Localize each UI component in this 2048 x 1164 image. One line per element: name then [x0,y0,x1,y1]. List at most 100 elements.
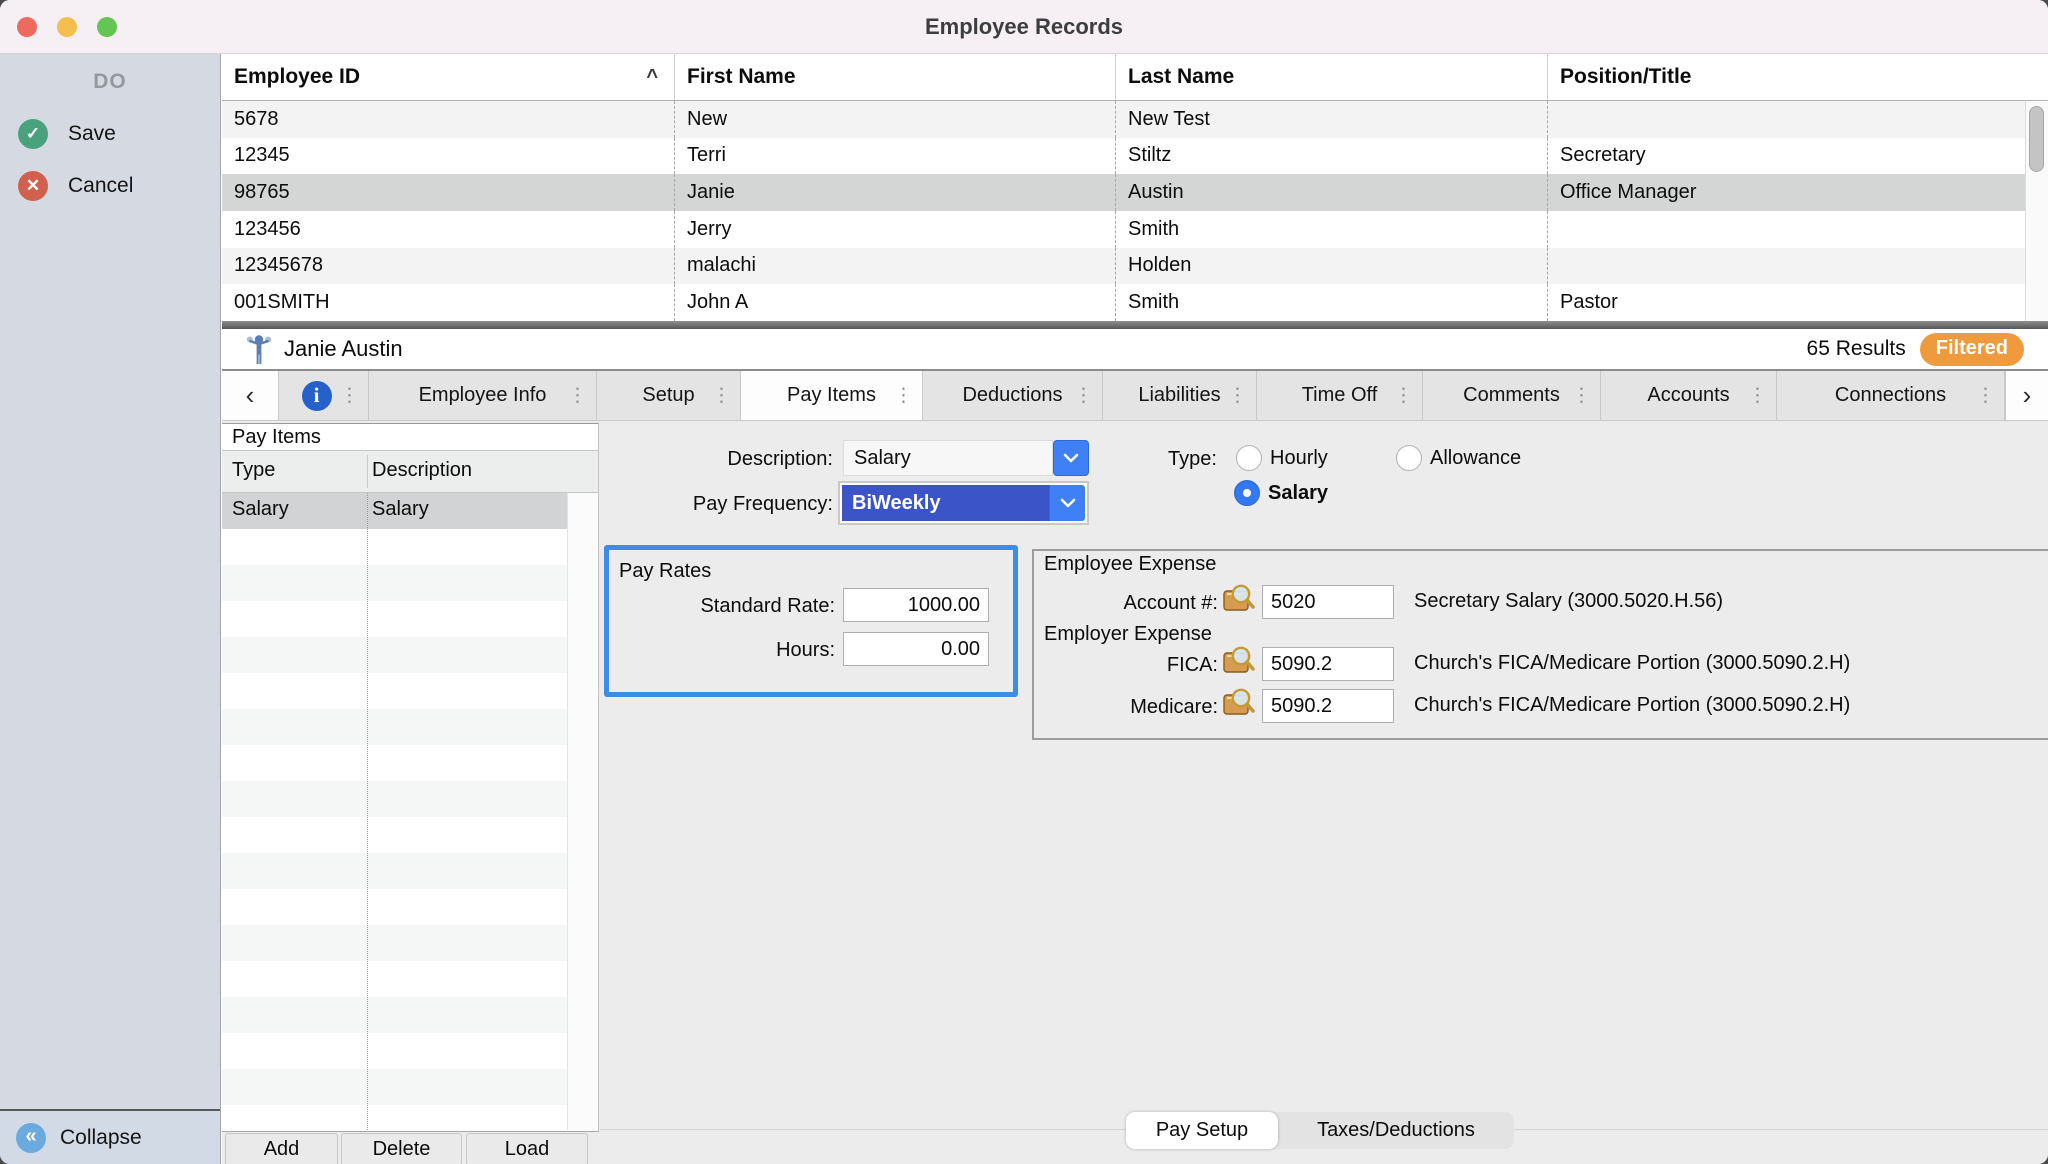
tab-label: Comments [1463,384,1560,407]
standard-rate-input[interactable] [843,588,989,622]
standard-rate-label: Standard Rate: [609,594,835,618]
record-name: Janie Austin [284,336,403,362]
radio-allowance[interactable] [1396,445,1422,471]
radio-hourly-label[interactable]: Hourly [1270,447,1328,470]
tab-accounts[interactable]: Accounts ⋮ [1601,371,1777,420]
column-header-first-name[interactable]: First Name [675,54,1116,100]
column-header-employee-id[interactable]: Employee ID ^ [222,54,675,100]
tab-menu-dots-icon[interactable]: ⋮ [1394,384,1413,407]
table-row[interactable]: 12345678 malachi Holden [222,248,2025,285]
save-check-icon: ✓ [18,119,48,149]
info-icon: i [302,381,332,411]
account-number-label: Account #: [998,591,1218,615]
tab-pay-items[interactable]: Pay Items ⋮ [741,371,923,420]
tab-menu-dots-icon[interactable]: ⋮ [1572,384,1591,407]
cancel-x-icon: ✕ [18,171,48,201]
cell-first-name: malachi [675,248,1116,285]
sidebar: DO ✓ Save ✕ Cancel « Collapse [0,54,221,1164]
pay-setup-tab[interactable]: Pay Setup [1126,1112,1278,1149]
cell-last-name: Smith [1116,211,1548,248]
pay-items-content: Pay Items Type Description Salary Salary… [222,421,2048,1164]
tab-menu-dots-icon[interactable]: ⋮ [1748,384,1767,407]
fica-description: Church's FICA/Medicare Portion (3000.509… [1414,652,1850,675]
radio-salary[interactable] [1234,480,1260,506]
tab-bar: ‹ i ⋮ Employee Info ⋮ Setup ⋮ Pay Items … [222,371,2048,421]
pay-frequency-dropdown-button[interactable] [1049,485,1085,521]
cell-position-title [1548,248,2025,285]
account-lookup-icon[interactable] [1222,582,1256,614]
employee-table-body: 5678 New New Test 12345 Terri Stiltz Sec… [222,101,2025,321]
column-header-position-title[interactable]: Position/Title [1548,54,2025,100]
table-row[interactable]: 12345 Terri Stiltz Secretary [222,138,2025,175]
save-button[interactable]: ✓ Save [0,116,220,152]
cell-position-title: Secretary [1548,138,2025,175]
tab-time-off[interactable]: Time Off ⋮ [1257,371,1423,420]
tab-deductions[interactable]: Deductions ⋮ [923,371,1103,420]
window-title: Employee Records [0,0,2048,54]
employee-table-header: Employee ID ^ First Name Last Name Posit… [222,54,2048,101]
medicare-description: Church's FICA/Medicare Portion (3000.509… [1414,694,1850,717]
tab-menu-dots-icon[interactable]: ⋮ [1228,384,1247,407]
fica-account-input[interactable] [1262,647,1394,681]
filtered-badge[interactable]: Filtered [1920,333,2024,366]
tab-menu-dots-icon[interactable]: ⋮ [1976,384,1995,407]
cell-employee-id: 12345 [222,138,675,175]
cell-position-title [1548,211,2025,248]
cell-employee-id: 5678 [222,101,675,138]
tab-comments[interactable]: Comments ⋮ [1423,371,1601,420]
cell-first-name: Janie [675,174,1116,211]
employee-expense-title: Employee Expense [1044,553,1216,576]
account-description: Secretary Salary (3000.5020.H.56) [1414,590,1723,613]
table-row[interactable]: 123456 Jerry Smith [222,211,2025,248]
tab-menu-dots-icon[interactable]: ⋮ [568,384,587,407]
hours-input[interactable] [843,632,989,666]
tab-liabilities[interactable]: Liabilities ⋮ [1103,371,1257,420]
cell-employee-id: 001SMITH [222,284,675,321]
cell-last-name: New Test [1116,101,1548,138]
medicare-lookup-icon[interactable] [1222,686,1256,718]
tab-connections[interactable]: Connections ⋮ [1777,371,2005,420]
scrollbar-thumb[interactable] [2029,106,2044,172]
main-area: Employee ID ^ First Name Last Name Posit… [222,54,2048,1164]
medicare-account-input[interactable] [1262,689,1394,723]
cell-last-name: Smith [1116,284,1548,321]
pay-frequency-select[interactable]: BiWeekly [838,481,1089,525]
pay-frequency-value[interactable]: BiWeekly [842,485,1049,521]
radio-salary-label[interactable]: Salary [1268,482,1328,505]
table-vertical-scrollbar[interactable] [2025,101,2048,321]
tabs-scroll-left-button[interactable]: ‹ [222,371,279,420]
tab-setup[interactable]: Setup ⋮ [597,371,741,420]
tab-menu-dots-icon[interactable]: ⋮ [894,384,913,407]
radio-allowance-label[interactable]: Allowance [1430,447,1521,470]
column-header-last-name[interactable]: Last Name [1116,54,1548,100]
tab-label: Pay Items [787,384,876,407]
table-row[interactable]: 001SMITH John A Smith Pastor [222,284,2025,321]
tab-label: Deductions [962,384,1062,407]
tab-menu-dots-icon[interactable]: ⋮ [1074,384,1093,407]
hours-label: Hours: [609,638,835,662]
sort-ascending-icon[interactable]: ^ [646,66,658,89]
cancel-button[interactable]: ✕ Cancel [0,168,220,204]
collapse-button[interactable]: « Collapse [0,1109,220,1164]
table-horizontal-scrollbar[interactable] [222,321,2048,329]
tab-menu-dots-icon[interactable]: ⋮ [340,384,359,407]
account-number-input[interactable] [1262,585,1394,619]
cell-employee-id: 12345678 [222,248,675,285]
tab-menu-dots-icon[interactable]: ⋮ [712,384,731,407]
radio-hourly[interactable] [1236,445,1262,471]
tabs-scroll-right-button[interactable]: › [2005,371,2048,420]
tab-employee-info[interactable]: Employee Info ⋮ [369,371,597,420]
description-dropdown-button[interactable] [1053,440,1089,476]
table-row[interactable]: 5678 New New Test [222,101,2025,138]
taxes-deductions-tab[interactable]: Taxes/Deductions [1278,1112,1514,1149]
cell-position-title [1548,101,2025,138]
table-row-selected[interactable]: 98765 Janie Austin Office Manager [222,174,2025,211]
cell-first-name: John A [675,284,1116,321]
type-label: Type: [1168,447,1217,471]
tab-info[interactable]: i ⋮ [279,371,369,420]
description-select[interactable]: Salary [843,440,1053,476]
description-label: Description: [603,447,833,471]
fica-lookup-icon[interactable] [1222,644,1256,676]
tab-label: Accounts [1647,384,1729,407]
sidebar-header: DO [0,70,220,94]
